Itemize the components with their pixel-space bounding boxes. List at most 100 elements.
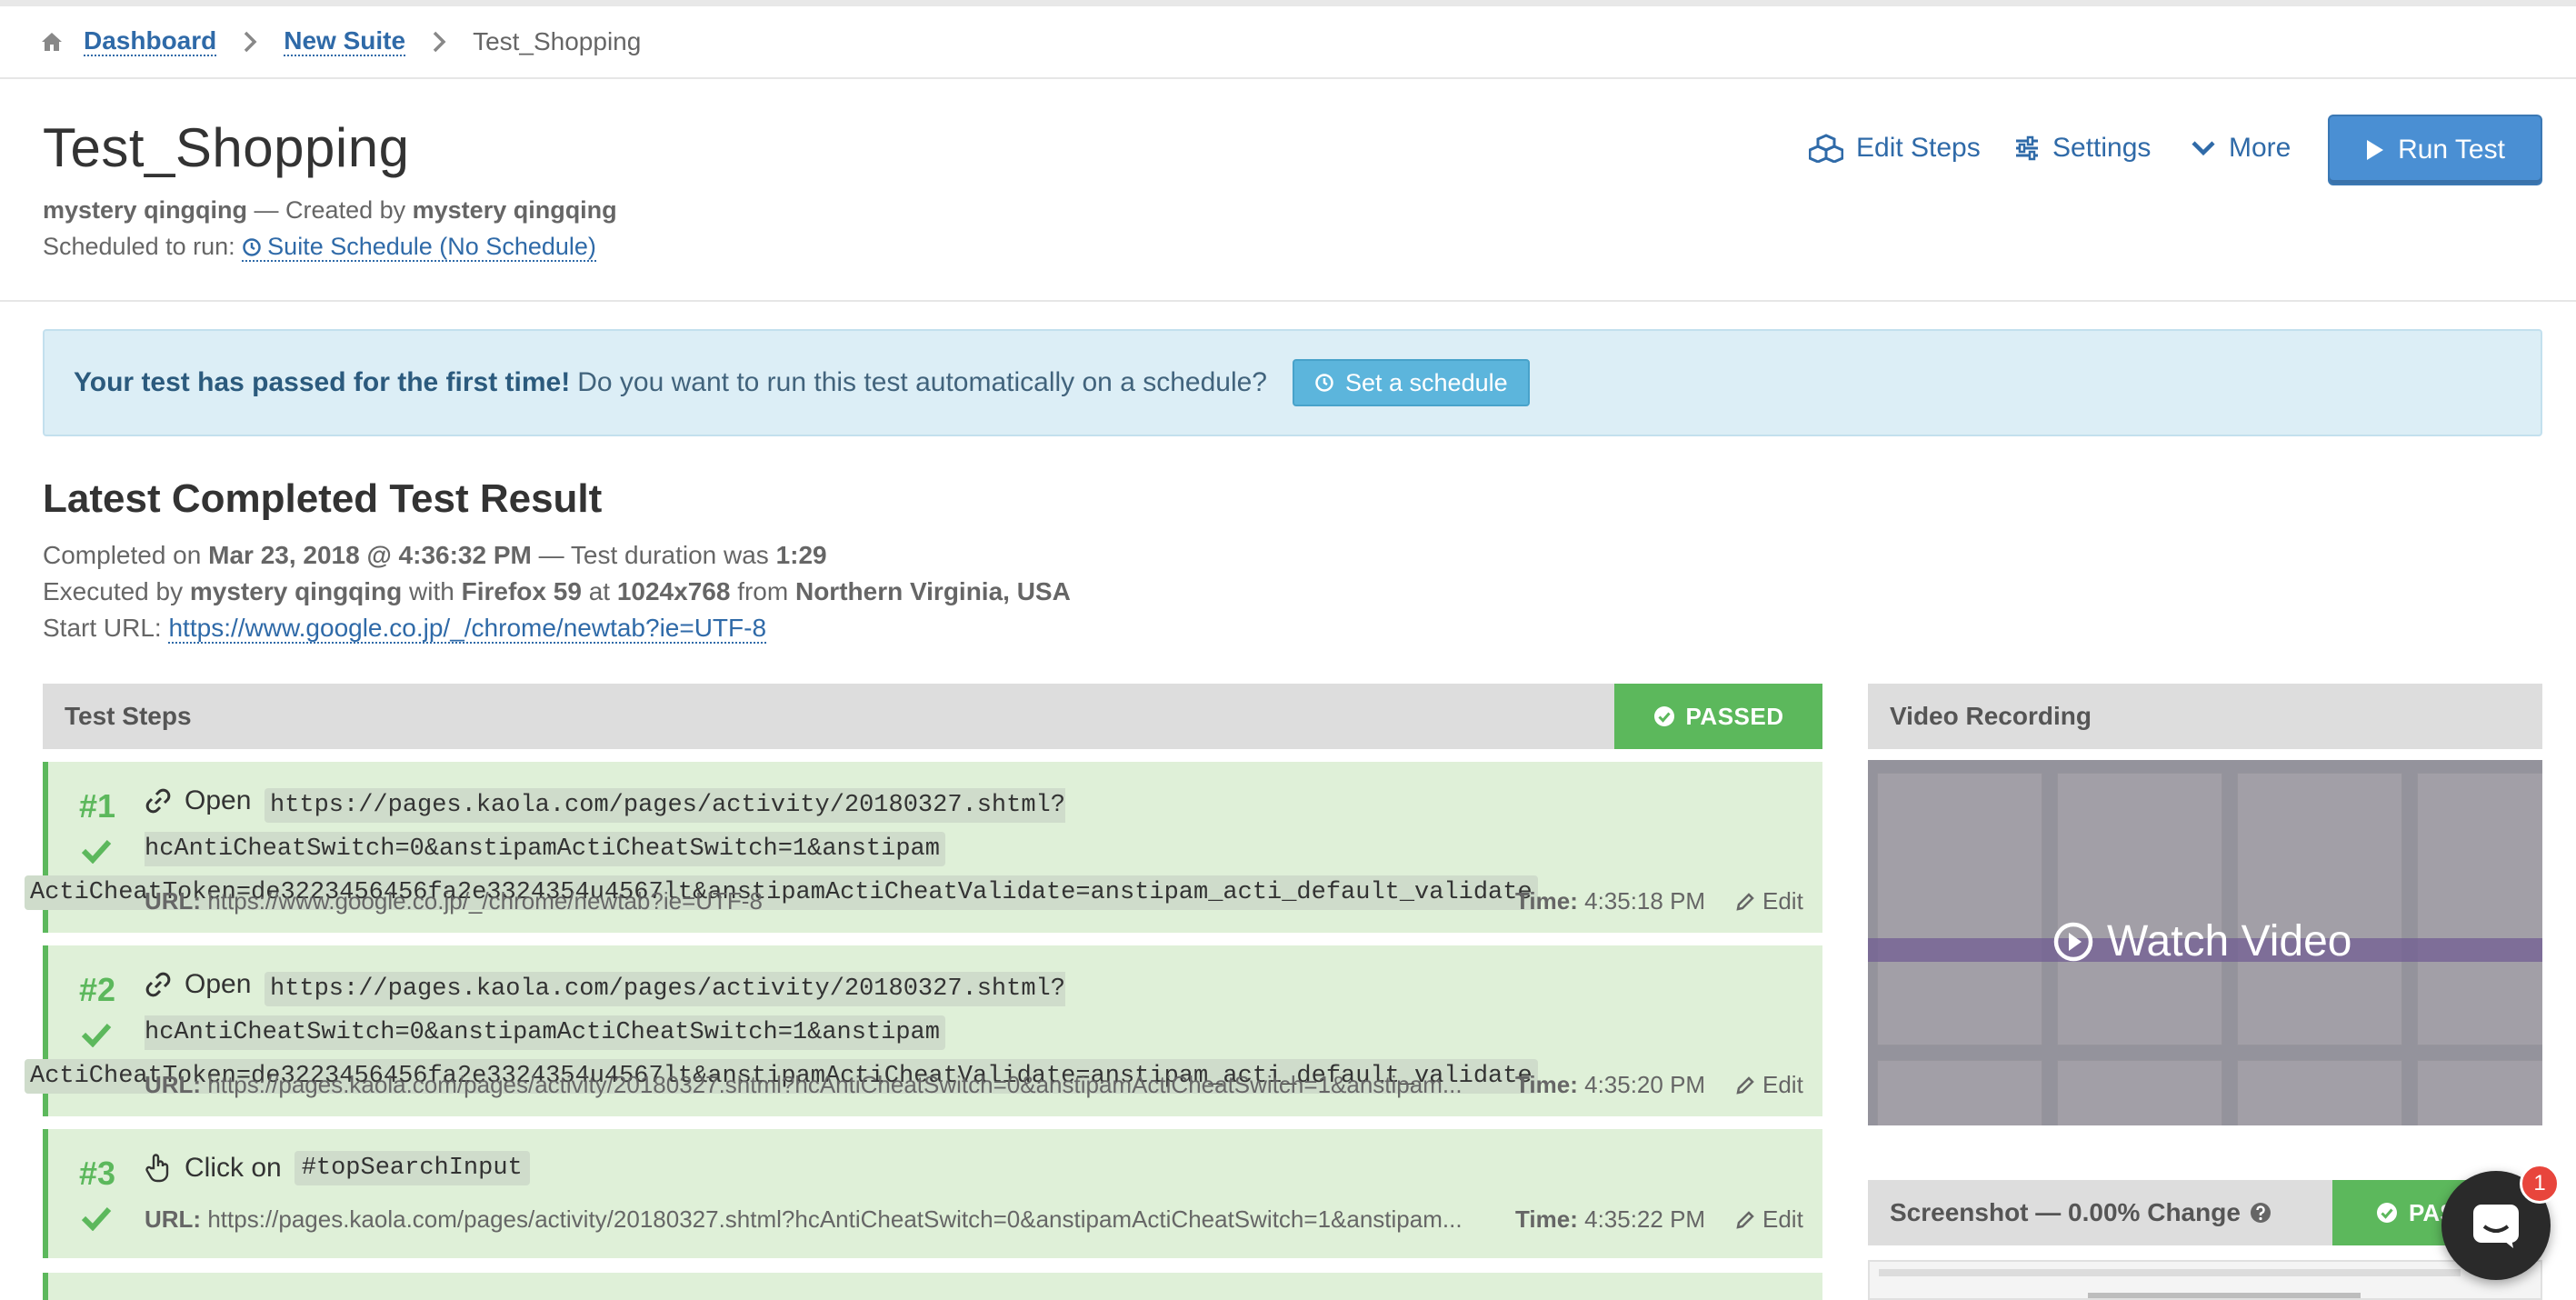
top-border [0,0,2576,6]
home-icon[interactable] [40,30,64,54]
schedule-line: Scheduled to run: Suite Schedule (No Sch… [43,233,596,262]
step-time-value: 4:35:22 PM [1584,1205,1706,1233]
executed-line: Executed by mystery qingqing with Firefo… [43,577,1071,606]
screenshot-thumbnail-bar [1879,1269,2461,1276]
suite-schedule-text: Suite Schedule (No Schedule) [267,233,596,260]
settings-button[interactable]: Settings [2014,116,2151,180]
chevron-down-icon [2192,141,2215,156]
step-url-label: URL: [145,1071,202,1098]
screenshot-thumbnail-bar [2088,1293,2361,1298]
step-url-line: URL: https://pages.kaola.com/pages/activ… [145,1071,1508,1099]
step-url-label: URL: [145,887,202,915]
creator-name: mystery qingqing [412,196,617,224]
run-test-button[interactable]: Run Test [2328,115,2542,185]
set-schedule-label: Set a schedule [1345,368,1508,396]
passed-status-badge: PASSED [1614,684,1822,749]
step-url-line: URL: https://pages.kaola.com/pages/activ… [145,1205,1508,1234]
from-label: from [737,577,789,605]
step-number: #3 [79,1155,116,1192]
duration-value: 1:29 [775,541,827,569]
chat-icon [2473,1205,2519,1248]
test-owner-line: mystery qingqing — Created by mystery qi… [43,196,617,225]
run-test-label: Run Test [2398,135,2505,165]
start-url-link[interactable]: https://www.google.co.jp/_/chrome/newtab… [168,614,767,644]
check-icon [81,839,112,864]
set-schedule-button[interactable]: Set a schedule [1293,359,1530,406]
step-time-label: Time: [1515,887,1578,915]
play-icon [2367,140,2384,160]
scheduled-label: Scheduled to run: [43,233,235,260]
divider [0,300,2576,302]
video-recording-title: Video Recording [1890,702,2092,730]
step-action: Click on [185,1153,282,1183]
chat-notification-badge: 1 [2520,1164,2560,1204]
breadcrumb-current: Test_Shopping [473,27,642,55]
check-icon [81,1023,112,1047]
pencil-icon [1736,1210,1754,1229]
video-thumbnail[interactable]: Watch Video [1868,760,2542,1125]
check-icon [81,1206,112,1231]
completed-line: Completed on Mar 23, 2018 @ 4:36:32 PM —… [43,541,827,570]
step-url: https://pages.kaola.com/pages/activity/2… [207,1071,1463,1098]
step-time: Time: 4:35:18 PM [1515,887,1705,915]
alert-bold-text: Your test has passed for the first time! [74,367,571,397]
start-url-line: Start URL: https://www.google.co.jp/_/ch… [43,614,767,644]
location-value: Northern Virginia, USA [794,577,1071,605]
step-edit-button[interactable]: Edit [1735,1205,1803,1234]
edit-steps-button[interactable]: Edit Steps [1809,116,1981,180]
test-step: #3 Click on #topSearchInput URL: https:/… [43,1129,1822,1258]
step-time: Time: 4:35:22 PM [1515,1205,1705,1234]
alert-text: Do you want to run this test automatical… [577,367,1267,397]
breadcrumb-suite-link[interactable]: New Suite [284,27,406,56]
step-target: #topSearchInput [294,1151,530,1185]
chevron-right-icon [245,31,257,53]
created-by-label: — Created by [254,196,406,224]
owner-name: mystery qingqing [43,196,248,224]
cubes-icon [1809,134,1843,163]
breadcrumb: Dashboard New Suite Test_Shopping [40,25,641,58]
hand-pointer-icon [145,1154,169,1183]
first-pass-alert: Your test has passed for the first time!… [43,329,2542,436]
passed-status-text: PASSED [1685,702,1784,730]
question-circle-icon[interactable] [2250,1202,2271,1224]
settings-label: Settings [2052,133,2152,163]
sliders-icon [2016,135,2038,161]
step-edit-button[interactable]: Edit [1735,887,1803,915]
test-step [43,1273,1822,1300]
step-time-value: 4:35:20 PM [1584,1071,1706,1098]
step-time: Time: 4:35:20 PM [1515,1071,1705,1099]
step-number: #2 [79,971,116,1008]
test-steps-title: Test Steps [65,702,192,730]
step-url: https://pages.kaola.com/pages/activity/2… [207,1205,1463,1233]
clock-icon [1315,374,1333,392]
step-edit-label: Edit [1762,1071,1803,1098]
screenshot-thumbnail[interactable] [1868,1260,2542,1300]
step-number: #1 [79,787,116,825]
test-step: #2 Open https://pages.kaola.com/pages/ac… [25,945,1822,1116]
watch-video-button[interactable]: Watch Video [2052,916,2351,966]
step-edit-label: Edit [1762,887,1803,915]
more-dropdown-button[interactable]: More [2191,116,2291,180]
more-label: More [2229,133,2291,163]
pencil-icon [1736,1075,1754,1095]
step-action-line: Click on #topSearchInput [145,1151,530,1185]
suite-schedule-link[interactable]: Suite Schedule (No Schedule) [242,233,596,262]
watch-video-label: Watch Video [2107,917,2352,965]
executed-label: Executed by [43,577,184,605]
step-url: https://www.google.co.jp/_/chrome/newtab… [207,887,763,915]
step-edit-button[interactable]: Edit [1735,1071,1803,1099]
step-time-label: Time: [1515,1205,1578,1233]
breadcrumb-dashboard-link[interactable]: Dashboard [84,27,217,56]
step-time-label: Time: [1515,1071,1578,1098]
step-time-value: 4:35:18 PM [1584,887,1706,915]
pencil-icon [1736,892,1754,911]
clock-icon [243,238,261,256]
start-url-label: Start URL: [43,614,162,642]
at-label: at [588,577,611,605]
result-title: Latest Completed Test Result [43,476,603,521]
resolution-value: 1024x768 [616,577,731,605]
video-recording-header: Video Recording [1868,684,2542,749]
edit-steps-label: Edit Steps [1856,133,1981,163]
browser-name: Firefox 59 [461,577,582,605]
step-edit-label: Edit [1762,1205,1803,1233]
